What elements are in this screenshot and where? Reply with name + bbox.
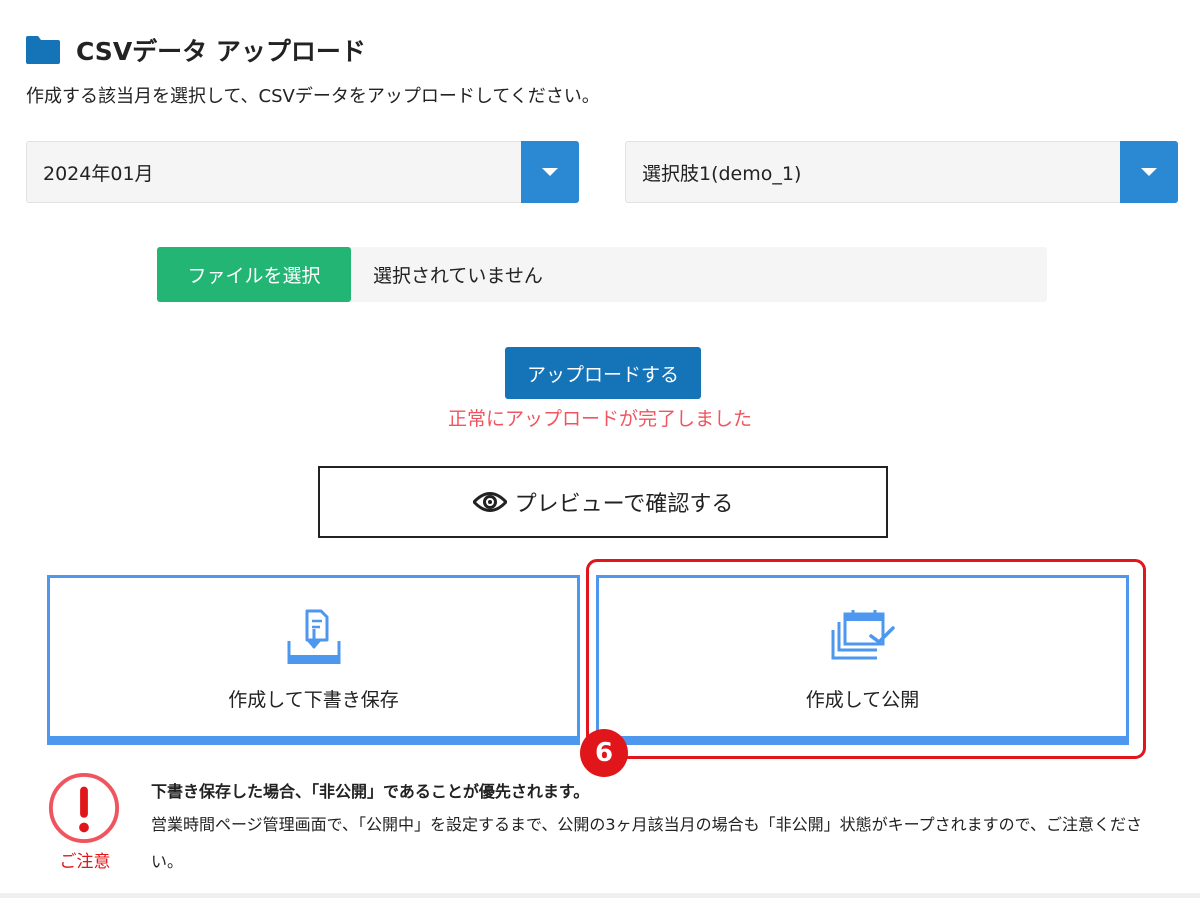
file-status: 選択されていません bbox=[373, 265, 543, 287]
save-draft-button[interactable]: 作成して下書き保存 bbox=[47, 575, 580, 745]
page-header: CSVデータ アップロード bbox=[26, 32, 366, 68]
eye-icon bbox=[472, 492, 507, 512]
exclamation-icon bbox=[48, 772, 120, 844]
upload-success-message: 正常にアップロードが完了しました bbox=[447, 408, 752, 430]
page-title: CSVデータ アップロード bbox=[76, 37, 366, 66]
chevron-down-icon bbox=[1141, 167, 1157, 176]
preview-button-label: プレビューで確認する bbox=[514, 492, 734, 517]
bottom-divider bbox=[0, 893, 1200, 898]
caution-body: 営業時間ページ管理画面で、「公開中」を設定するまで、公開の3ヶ月該当月の場合も「… bbox=[151, 815, 1142, 871]
step-badge: 6 bbox=[580, 729, 628, 777]
month-select-toggle[interactable] bbox=[521, 140, 579, 203]
save-draft-label: 作成して下書き保存 bbox=[228, 689, 399, 711]
option-select-toggle[interactable] bbox=[1120, 140, 1178, 203]
folder-icon bbox=[26, 36, 60, 64]
choose-file-button[interactable]: ファイルを選択 bbox=[157, 247, 351, 302]
file-input[interactable]: ファイルを選択 選択されていません bbox=[157, 247, 1047, 302]
option-select[interactable]: 選択肢1(demo_1) bbox=[625, 140, 1178, 203]
chevron-down-icon bbox=[542, 167, 558, 176]
highlight-frame bbox=[586, 559, 1146, 759]
caution-label: ご注意 bbox=[59, 852, 111, 872]
preview-button[interactable]: プレビューで確認する bbox=[318, 466, 888, 538]
caution-block: ご注意 bbox=[47, 771, 123, 872]
caution-heading: 下書き保存した場合、「非公開」であることが優先されます。 bbox=[151, 782, 590, 801]
month-select-value: 2024年01月 bbox=[43, 162, 154, 185]
download-document-icon bbox=[287, 609, 340, 664]
month-select[interactable]: 2024年01月 bbox=[26, 140, 579, 203]
option-select-value: 選択肢1(demo_1) bbox=[642, 162, 802, 185]
upload-button[interactable]: アップロードする bbox=[505, 347, 701, 399]
page-description: 作成する該当月を選択して、CSVデータをアップロードしてください。 bbox=[26, 86, 600, 107]
